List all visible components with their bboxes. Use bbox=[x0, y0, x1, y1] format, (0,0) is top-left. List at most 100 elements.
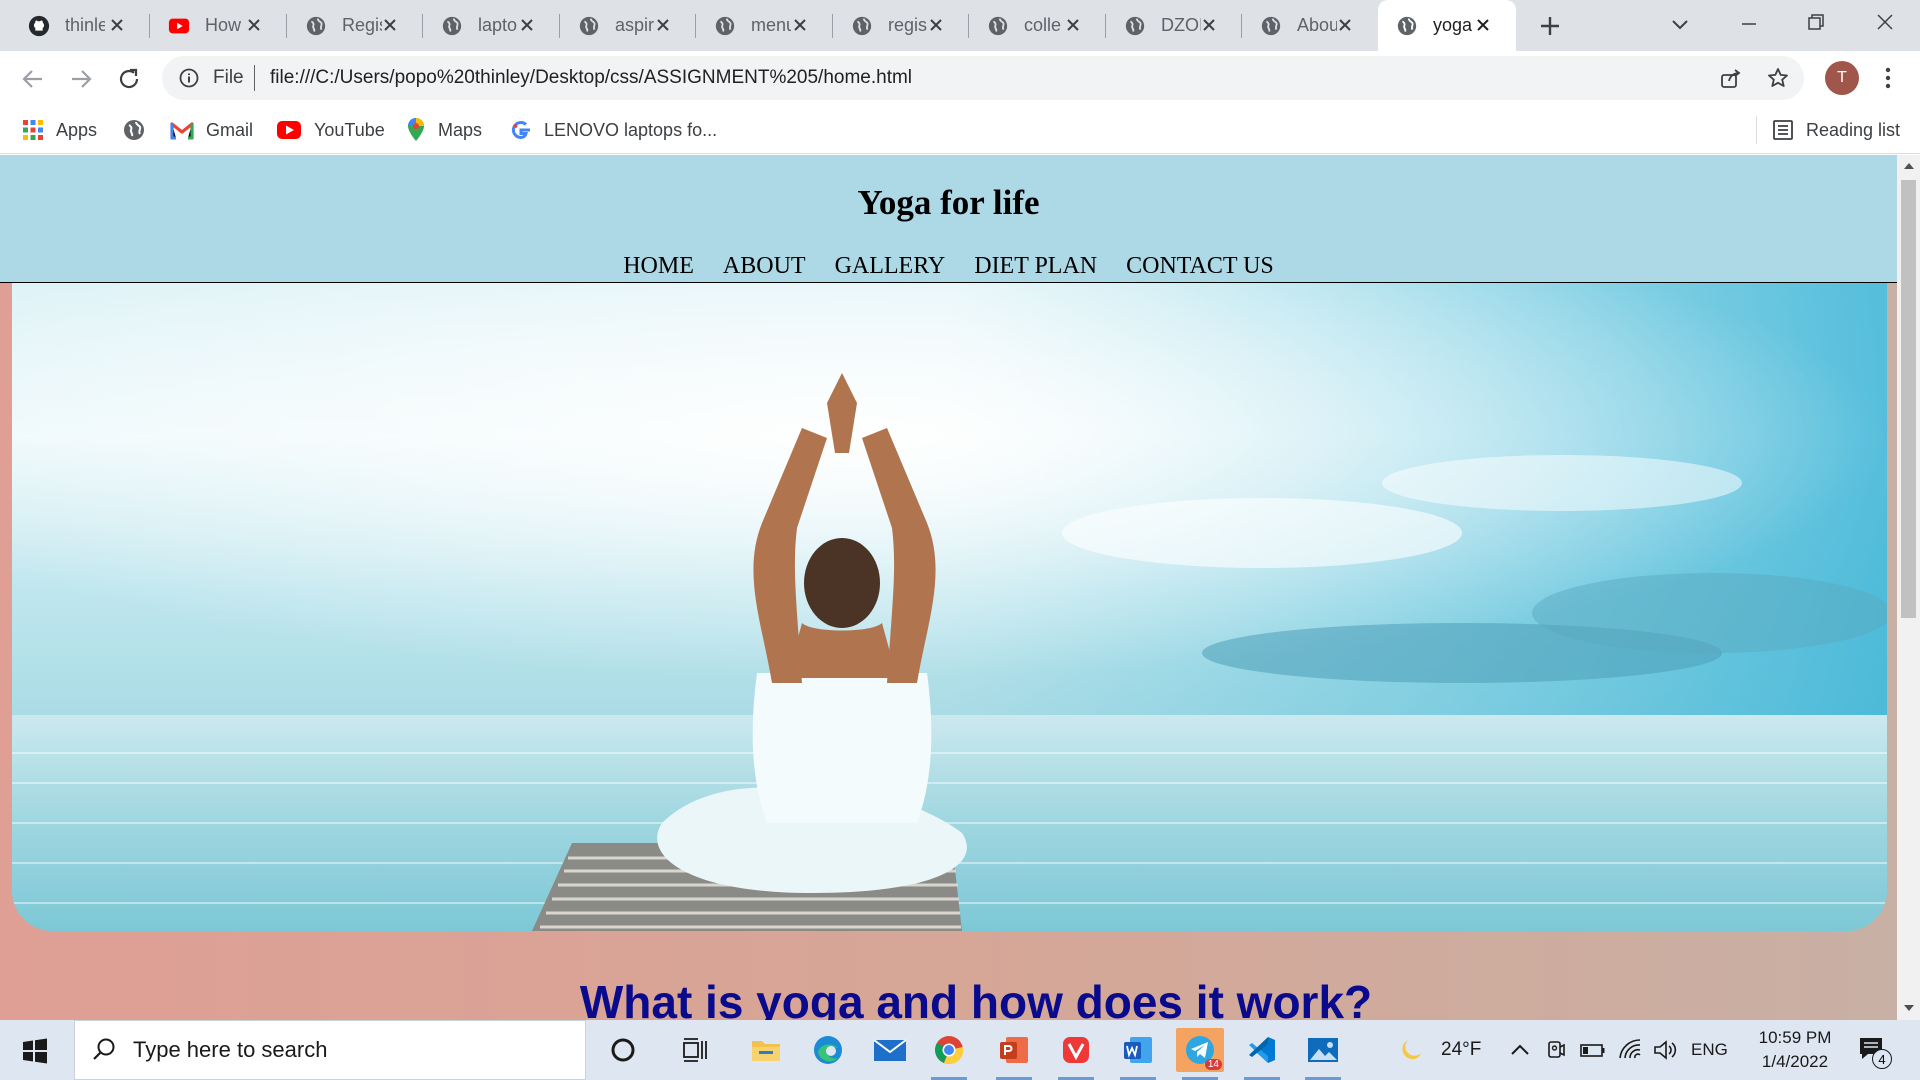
vivaldi-button[interactable] bbox=[1052, 1028, 1100, 1080]
url-text[interactable]: file:///C:/Users/popo%20thinley/Desktop/… bbox=[270, 67, 912, 89]
taskbar-search[interactable]: Type here to search bbox=[74, 1020, 586, 1080]
edge-button[interactable] bbox=[804, 1028, 852, 1072]
browser-tab[interactable]: menu bbox=[696, 0, 833, 51]
weather-widget[interactable]: 24°F bbox=[1399, 1020, 1481, 1080]
back-arrow-icon[interactable] bbox=[20, 66, 46, 92]
action-center-button[interactable]: 4 bbox=[1858, 1036, 1898, 1070]
bookmark-gmail[interactable]: Gmail bbox=[170, 116, 253, 144]
powerpoint-button[interactable] bbox=[990, 1028, 1038, 1080]
wifi-icon[interactable] bbox=[1618, 1038, 1642, 1062]
star-icon[interactable] bbox=[1766, 66, 1790, 90]
tab-strip: thinley How Regis lapto aspir menu regis bbox=[0, 0, 1920, 51]
close-icon[interactable] bbox=[1334, 14, 1356, 36]
minimize-icon[interactable] bbox=[1737, 12, 1761, 36]
globe-icon bbox=[124, 120, 144, 140]
bookmark-apps[interactable]: Apps bbox=[22, 116, 97, 144]
clock[interactable]: 10:59 PM 1/4/2022 bbox=[1740, 1026, 1850, 1074]
close-icon[interactable] bbox=[106, 14, 128, 36]
browser-tab-active[interactable]: yoga bbox=[1378, 0, 1516, 51]
tab-search-chevron-icon[interactable] bbox=[1668, 12, 1692, 36]
forward-arrow-icon[interactable] bbox=[68, 66, 94, 92]
search-placeholder: Type here to search bbox=[133, 1037, 328, 1062]
nav-contact-us[interactable]: CONTACT US bbox=[1126, 253, 1274, 280]
close-icon[interactable] bbox=[1198, 14, 1220, 36]
window-close-icon[interactable] bbox=[1873, 10, 1897, 34]
reading-list-button[interactable]: Reading list bbox=[1772, 116, 1900, 144]
close-icon[interactable] bbox=[652, 14, 674, 36]
bookmark-google-lenovo[interactable]: LENOVO laptops fo... bbox=[510, 116, 717, 144]
profile-avatar[interactable]: T bbox=[1825, 61, 1859, 95]
close-icon[interactable] bbox=[516, 14, 538, 36]
scroll-up-arrow-icon[interactable] bbox=[1903, 161, 1915, 171]
close-icon[interactable] bbox=[1472, 14, 1494, 36]
globe-icon bbox=[715, 16, 735, 35]
bookmark-maps[interactable]: Maps bbox=[406, 116, 482, 144]
nav-diet-plan[interactable]: DIET PLAN bbox=[974, 253, 1097, 280]
language-indicator[interactable]: ENG bbox=[1691, 1020, 1728, 1080]
nav-about[interactable]: ABOUT bbox=[723, 253, 806, 280]
vertical-scrollbar[interactable] bbox=[1897, 155, 1920, 1020]
bookmark-globe[interactable] bbox=[122, 116, 158, 144]
globe-icon bbox=[579, 16, 599, 35]
menu-dots-icon[interactable] bbox=[1876, 65, 1900, 91]
windows-start-icon[interactable] bbox=[22, 1038, 48, 1064]
tab-title: menu bbox=[751, 15, 791, 35]
browser-tab[interactable]: thinley bbox=[0, 0, 150, 51]
photos-icon bbox=[1308, 1038, 1338, 1062]
tab-title: lapto bbox=[478, 15, 518, 35]
meet-now-icon[interactable] bbox=[1544, 1038, 1568, 1062]
close-icon[interactable] bbox=[925, 14, 947, 36]
bookmark-label: LENOVO laptops fo... bbox=[544, 119, 718, 140]
photos-button[interactable] bbox=[1299, 1028, 1347, 1080]
mail-button[interactable] bbox=[866, 1028, 914, 1072]
browser-tab[interactable]: How bbox=[150, 0, 287, 51]
globe-icon bbox=[1261, 16, 1281, 35]
cortana-button[interactable] bbox=[599, 1028, 647, 1072]
file-explorer-icon bbox=[752, 1041, 780, 1061]
github-icon bbox=[28, 15, 50, 36]
scroll-down-arrow-icon[interactable] bbox=[1903, 1003, 1915, 1013]
site-title: Yoga for life bbox=[857, 183, 1040, 222]
scrollbar-thumb[interactable] bbox=[1901, 180, 1916, 618]
browser-tab[interactable]: regis bbox=[833, 0, 969, 51]
close-icon[interactable] bbox=[1062, 14, 1084, 36]
battery-icon[interactable] bbox=[1580, 1040, 1606, 1060]
share-icon[interactable] bbox=[1718, 67, 1742, 91]
close-icon[interactable] bbox=[789, 14, 811, 36]
globe-icon bbox=[988, 16, 1008, 35]
powerpoint-icon bbox=[1000, 1037, 1028, 1063]
nav-home[interactable]: HOME bbox=[623, 253, 694, 280]
new-tab-icon[interactable] bbox=[1537, 13, 1563, 39]
telegram-button[interactable]: 14 bbox=[1176, 1028, 1224, 1080]
browser-tab[interactable]: lapto bbox=[423, 0, 560, 51]
restore-icon[interactable] bbox=[1804, 10, 1828, 34]
browser-tab[interactable]: aspir bbox=[560, 0, 696, 51]
browser-tab[interactable]: DZOI bbox=[1106, 0, 1242, 51]
reload-icon[interactable] bbox=[116, 66, 142, 92]
section-heading: What is yoga and how does it work? bbox=[579, 976, 1373, 1020]
youtube-icon bbox=[277, 121, 301, 139]
nav-gallery[interactable]: GALLERY bbox=[835, 253, 946, 280]
task-view-button[interactable] bbox=[671, 1028, 719, 1072]
tray-chevron-up-icon[interactable] bbox=[1509, 1040, 1531, 1060]
vscode-button[interactable] bbox=[1238, 1028, 1286, 1080]
maps-icon bbox=[408, 118, 424, 141]
close-icon[interactable] bbox=[243, 14, 265, 36]
word-button[interactable] bbox=[1114, 1028, 1162, 1080]
tab-title: Abou bbox=[1297, 15, 1337, 35]
address-bar[interactable]: File file:///C:/Users/popo%20thinley/Des… bbox=[162, 56, 1804, 100]
close-icon[interactable] bbox=[379, 14, 401, 36]
browser-tab[interactable]: Abou bbox=[1242, 0, 1378, 51]
reading-list-label: Reading list bbox=[1806, 119, 1901, 140]
bookmark-youtube[interactable]: YouTube bbox=[276, 116, 385, 144]
chrome-button[interactable] bbox=[925, 1028, 973, 1080]
file-explorer-button[interactable] bbox=[742, 1028, 790, 1072]
tab-title: DZOI bbox=[1161, 15, 1201, 35]
info-icon[interactable] bbox=[178, 67, 200, 89]
word-icon bbox=[1124, 1037, 1152, 1063]
mail-icon bbox=[873, 1039, 907, 1061]
browser-tab[interactable]: Regis bbox=[287, 0, 423, 51]
volume-icon[interactable] bbox=[1652, 1038, 1678, 1062]
browser-tab[interactable]: colle bbox=[969, 0, 1106, 51]
edge-icon bbox=[814, 1036, 842, 1064]
